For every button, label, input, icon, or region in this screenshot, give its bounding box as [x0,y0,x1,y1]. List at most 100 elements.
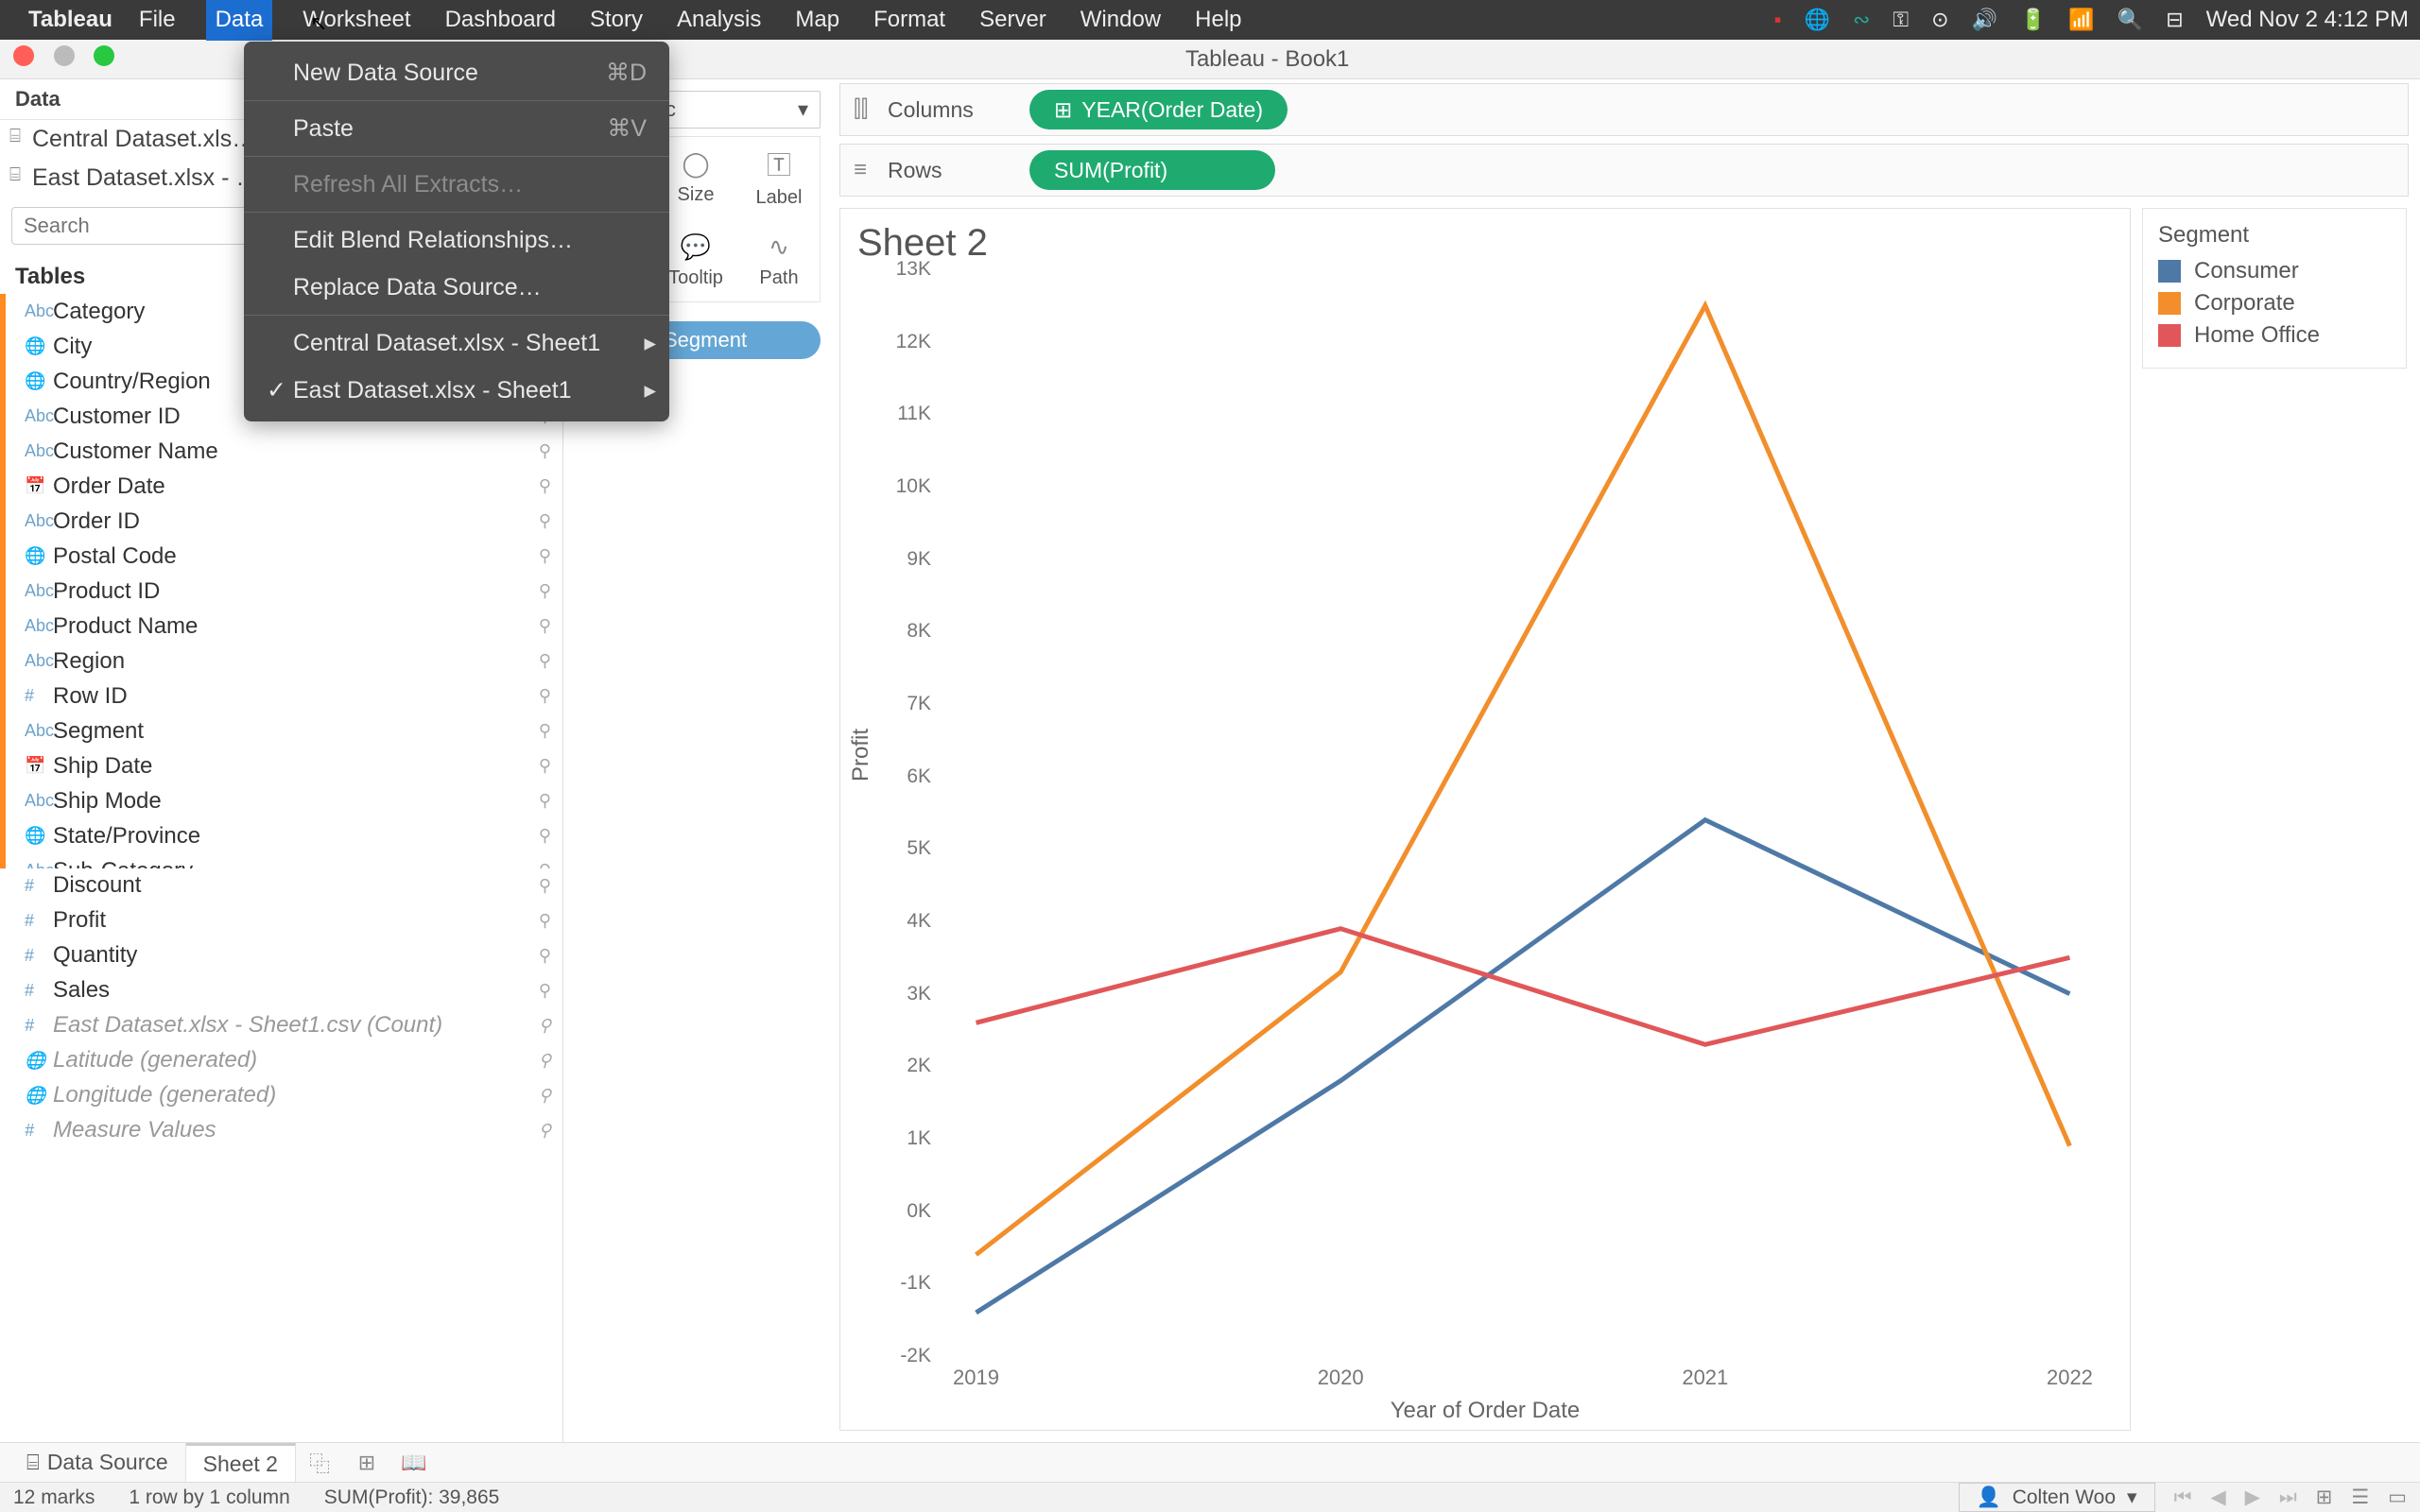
field-item[interactable]: #Measure Values⚲ [6,1113,562,1148]
field-item[interactable]: #Sales⚲ [6,973,562,1008]
menu-map[interactable]: Map [791,7,843,33]
menu-ds-east[interactable]: ✓East Dataset.xlsx - Sheet1▸ [244,367,669,414]
field-item[interactable]: AbcRegion⚲ [6,644,562,679]
tray-icon-globe[interactable]: 🌐 [1805,8,1830,32]
y-tick: 6K [907,765,931,788]
tray-icon-play[interactable]: ⊙ [1931,8,1948,32]
marks-label[interactable]: 🅃Label [738,137,820,218]
list-view-icon[interactable]: ☰ [2351,1486,2369,1509]
legend-swatch [2158,324,2181,347]
zoom-window-button[interactable] [94,45,114,66]
field-type-icon: # [25,981,53,1001]
volume-icon[interactable]: 🔊 [1972,8,1997,32]
color-legend[interactable]: Segment ConsumerCorporateHome Office [2142,208,2407,369]
app-name[interactable]: Tableau [28,7,112,33]
tray-icon-swirl[interactable]: ∾ [1853,8,1870,32]
link-icon: ⚲ [539,756,551,776]
marks-path[interactable]: ∿Path [738,220,820,301]
chart-view[interactable]: Sheet 2 Profit 13K12K11K10K9K8K7K6K5K4K3… [839,208,2131,1431]
field-item[interactable]: 📅Ship Date⚲ [6,748,562,783]
nav-prev-icon[interactable]: ◀ [2211,1486,2226,1509]
legend-item[interactable]: Corporate [2158,290,2391,317]
grid-view-icon[interactable]: ⊞ [2316,1486,2333,1509]
chart-line[interactable] [977,820,2070,1313]
y-tick: -2K [900,1345,931,1367]
tab-data-source[interactable]: ⌸Data Source [9,1443,186,1482]
legend-swatch [2158,260,2181,283]
field-type-icon: # [25,1016,53,1036]
chart-plot[interactable] [935,269,2111,1356]
nav-first-icon[interactable]: ⏮ [2174,1486,2192,1509]
field-item[interactable]: #Row ID⚲ [6,679,562,713]
field-type-icon: # [25,1121,53,1141]
field-item[interactable]: AbcSegment⚲ [6,713,562,748]
menu-file[interactable]: File [135,7,180,33]
chart-line[interactable] [977,929,2070,1045]
menu-edit-blend[interactable]: Edit Blend Relationships… [244,216,669,264]
menu-new-data-source[interactable]: New Data Source⌘D [244,49,669,96]
menu-window[interactable]: Window [1077,7,1165,33]
menu-help[interactable]: Help [1191,7,1245,33]
spotlight-icon[interactable]: 🔍 [2118,8,2143,32]
user-selector[interactable]: 👤 Colten Woo ▾ [1959,1483,2155,1512]
legend-item[interactable]: Consumer [2158,258,2391,284]
field-item[interactable]: #Profit⚲ [6,903,562,938]
minimize-window-button[interactable] [54,45,75,66]
field-type-icon: Abc [25,406,53,426]
menu-replace-data-source[interactable]: Replace Data Source… [244,264,669,311]
battery-icon[interactable]: 🔋 [2020,8,2046,32]
rows-shelf[interactable]: ≡ Rows SUM(Profit) [839,144,2409,197]
field-item[interactable]: AbcProduct ID⚲ [6,574,562,609]
new-story-button[interactable]: 📖 [390,1451,438,1475]
sheet-title[interactable]: Sheet 2 [857,222,2113,265]
field-item[interactable]: 🌐Postal Code⚲ [6,539,562,574]
field-item[interactable]: 🌐Latitude (generated)⚲ [6,1043,562,1078]
link-icon: ⚲ [539,686,551,706]
tray-icon-key[interactable]: ⚿ [1893,8,1909,32]
tray-icon-1[interactable]: ▪ [1774,8,1782,32]
columns-shelf[interactable]: ⫿⫿ Columns ⊞YEAR(Order Date) [839,83,2409,136]
pill-year-order-date[interactable]: ⊞YEAR(Order Date) [1029,90,1288,129]
status-rows: 1 row by 1 column [129,1486,289,1509]
menu-analysis[interactable]: Analysis [673,7,765,33]
new-worksheet-button[interactable]: ⿻ [296,1448,343,1478]
field-item[interactable]: 🌐Longitude (generated)⚲ [6,1078,562,1113]
menubar-clock[interactable]: Wed Nov 2 4:12 PM [2206,7,2409,33]
link-icon: ⚲ [539,791,551,811]
nav-next-icon[interactable]: ▶ [2245,1486,2260,1509]
menu-ds-central[interactable]: Central Dataset.xlsx - Sheet1▸ [244,319,669,367]
menu-dashboard[interactable]: Dashboard [441,7,560,33]
chart-line[interactable] [977,305,2070,1254]
legend-swatch [2158,292,2181,315]
menu-story[interactable]: Story [586,7,647,33]
menu-data[interactable]: Data [206,0,273,41]
menu-paste[interactable]: Paste⌘V [244,105,669,152]
field-item[interactable]: #Discount⚲ [6,868,562,903]
field-item[interactable]: AbcOrder ID⚲ [6,504,562,539]
menu-worksheet[interactable]: Worksheet [299,7,414,33]
field-item[interactable]: AbcShip Mode⚲ [6,783,562,818]
legend-item[interactable]: Home Office [2158,322,2391,349]
tab-sheet-2[interactable]: Sheet 2 [186,1443,296,1482]
wifi-icon[interactable]: 📶 [2068,8,2094,32]
y-tick: 12K [896,331,931,353]
field-item[interactable]: AbcCustomer Name⚲ [6,434,562,469]
presentation-icon[interactable]: ▭ [2388,1486,2407,1509]
pill-sum-profit[interactable]: SUM(Profit) [1029,150,1275,190]
field-item[interactable]: #Quantity⚲ [6,938,562,973]
field-item[interactable]: AbcProduct Name⚲ [6,609,562,644]
close-window-button[interactable] [13,45,34,66]
link-icon: ⚲ [539,946,551,966]
field-item[interactable]: 🌐State/Province⚲ [6,818,562,853]
control-center-icon[interactable]: ⊟ [2166,8,2183,32]
x-tick: 2022 [2047,1366,2093,1390]
field-item[interactable]: AbcSub-Category⚲ [6,853,562,868]
menu-server[interactable]: Server [976,7,1050,33]
link-icon: ⚲ [539,511,551,531]
field-item[interactable]: #East Dataset.xlsx - Sheet1.csv (Count)⚲ [6,1008,562,1043]
new-dashboard-button[interactable]: ⊞ [343,1451,390,1475]
field-item[interactable]: 📅Order Date⚲ [6,469,562,504]
nav-last-icon[interactable]: ⏭ [2279,1486,2297,1509]
field-type-icon: # [25,911,53,931]
menu-format[interactable]: Format [870,7,949,33]
